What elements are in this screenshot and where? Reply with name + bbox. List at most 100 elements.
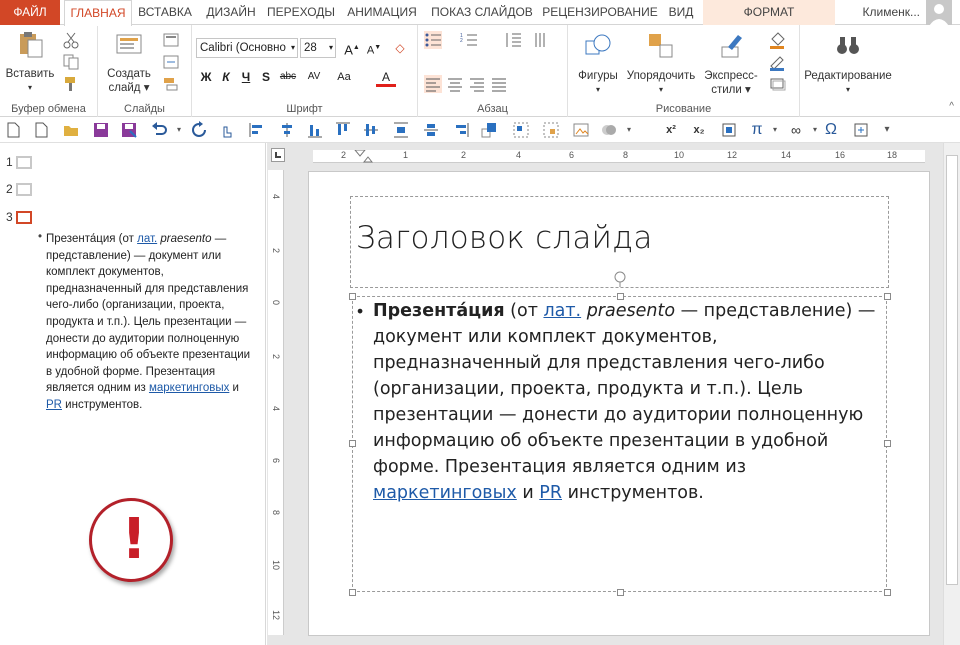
tab-review[interactable]: РЕЦЕНЗИРОВАНИЕ bbox=[541, 0, 659, 25]
resize-handle[interactable] bbox=[884, 440, 891, 447]
group-icon[interactable] bbox=[512, 121, 530, 139]
outline-text[interactable]: Презента́ция (от лат. praesento — предст… bbox=[46, 231, 252, 414]
shrink-font-button[interactable]: A▼ bbox=[364, 38, 384, 58]
numbering-icon[interactable]: 12 bbox=[460, 31, 478, 49]
resize-handle[interactable] bbox=[617, 589, 624, 596]
rotate-handle-icon[interactable] bbox=[612, 269, 628, 287]
merge-shapes-icon[interactable] bbox=[600, 121, 618, 139]
save-icon[interactable] bbox=[92, 121, 110, 139]
resize-handle[interactable] bbox=[884, 293, 891, 300]
outline-pane[interactable]: 1 2 3 • Презента́ция (от лат. praesento … bbox=[0, 143, 266, 645]
tab-transitions[interactable]: ПЕРЕХОДЫ bbox=[265, 0, 337, 25]
resize-handle[interactable] bbox=[884, 589, 891, 596]
slide-link-marketing[interactable]: маркетинговых bbox=[373, 483, 517, 503]
tab-file[interactable]: ФАЙЛ bbox=[0, 0, 60, 25]
copy-icon[interactable] bbox=[62, 53, 80, 71]
align-objects-left-icon[interactable] bbox=[248, 121, 266, 139]
crop-icon[interactable] bbox=[720, 121, 738, 139]
indent-marker-icon[interactable] bbox=[353, 150, 373, 163]
symbol-icon[interactable] bbox=[852, 121, 870, 139]
slide-thumb-1[interactable] bbox=[16, 156, 32, 169]
distribute-vertical-icon[interactable] bbox=[422, 121, 440, 139]
italic-button[interactable]: К bbox=[216, 67, 236, 87]
align-center-icon[interactable] bbox=[446, 75, 464, 93]
layout-icon[interactable] bbox=[162, 31, 180, 49]
cut-icon[interactable] bbox=[62, 31, 80, 49]
slide-body-text[interactable]: Презента́ция (от лат. praesento — предст… bbox=[373, 298, 885, 506]
distribute-icon[interactable] bbox=[392, 121, 410, 139]
touch-mode-icon[interactable] bbox=[218, 121, 236, 139]
picture-icon[interactable] bbox=[572, 121, 590, 139]
change-case-button[interactable]: Aa bbox=[334, 67, 354, 87]
shadow-button[interactable]: S bbox=[256, 67, 276, 87]
shape-outline-icon[interactable] bbox=[768, 53, 786, 71]
text-direction-icon[interactable] bbox=[532, 31, 550, 49]
slide-thumb-2[interactable] bbox=[16, 183, 32, 196]
equation-dropdown-icon[interactable]: ▾ bbox=[766, 121, 784, 139]
align-objects-top-icon[interactable] bbox=[334, 121, 352, 139]
tab-format[interactable]: ФОРМАТ bbox=[703, 0, 835, 25]
shape-effects-icon[interactable] bbox=[768, 75, 786, 93]
editing-button[interactable]: Редактирование ▾ bbox=[802, 31, 894, 97]
tab-home[interactable]: ГЛАВНАЯ bbox=[64, 0, 132, 26]
open-icon[interactable] bbox=[62, 121, 80, 139]
avatar[interactable] bbox=[926, 0, 952, 26]
char-spacing-button[interactable]: AV bbox=[304, 67, 324, 87]
align-objects-center-icon[interactable] bbox=[278, 121, 296, 139]
bring-forward-icon[interactable] bbox=[480, 121, 498, 139]
new-slide-button[interactable]: Создать слайд ▾ bbox=[102, 29, 156, 95]
grow-font-button[interactable]: A▲ bbox=[342, 38, 362, 58]
subscript-icon[interactable]: x₂ bbox=[690, 121, 708, 139]
outline-link-lat[interactable]: лат. bbox=[137, 233, 157, 245]
resize-handle[interactable] bbox=[349, 440, 356, 447]
tab-selector[interactable] bbox=[271, 148, 285, 162]
section-icon[interactable] bbox=[162, 75, 180, 93]
tab-animation[interactable]: АНИМАЦИЯ bbox=[341, 0, 423, 25]
resize-handle[interactable] bbox=[349, 589, 356, 596]
clear-format-button[interactable]: ◇ bbox=[390, 38, 410, 58]
ungroup-icon[interactable] bbox=[542, 121, 560, 139]
new-icon[interactable] bbox=[4, 121, 22, 139]
bold-button[interactable]: Ж bbox=[196, 67, 216, 87]
align-objects-bottom-icon[interactable] bbox=[306, 121, 324, 139]
align-objects-right-icon[interactable] bbox=[452, 121, 470, 139]
paste-button[interactable]: Вставить ▾ bbox=[4, 29, 56, 95]
tab-slideshow[interactable]: ПОКАЗ СЛАЙДОВ bbox=[427, 0, 537, 25]
slide-thumb-3[interactable] bbox=[16, 211, 32, 224]
underline-button[interactable]: Ч bbox=[236, 67, 256, 87]
save-as-icon[interactable] bbox=[120, 121, 138, 139]
tab-insert[interactable]: ВСТАВКА bbox=[134, 0, 196, 25]
strikethrough-button[interactable]: abc bbox=[278, 67, 298, 87]
new-document-icon[interactable] bbox=[32, 121, 50, 139]
vertical-ruler[interactable]: 4 2 0 2 4 6 8 10 12 bbox=[268, 170, 284, 635]
slide-title[interactable]: Заголовок слайда bbox=[356, 220, 653, 256]
outline-link-marketing[interactable]: маркетинговых bbox=[149, 382, 229, 394]
superscript-icon[interactable]: x² bbox=[662, 121, 680, 139]
omega-icon[interactable]: Ω bbox=[822, 121, 840, 139]
format-painter-icon[interactable] bbox=[62, 75, 80, 93]
tab-view[interactable]: ВИД bbox=[662, 0, 700, 25]
quick-styles-button[interactable]: Экспресс- стили ▾ bbox=[698, 31, 764, 97]
tab-design[interactable]: ДИЗАЙН bbox=[200, 0, 262, 25]
paste-dropdown-icon[interactable]: ▾ bbox=[4, 81, 56, 95]
line-spacing-icon[interactable] bbox=[504, 31, 522, 49]
bullets-icon[interactable] bbox=[424, 31, 442, 49]
vertical-scrollbar[interactable] bbox=[943, 143, 960, 645]
font-size-combo[interactable]: 28 ▾ bbox=[300, 38, 336, 58]
align-left-icon[interactable] bbox=[424, 75, 442, 93]
merge-dropdown-icon[interactable]: ▾ bbox=[620, 121, 638, 139]
undo-icon[interactable] bbox=[150, 121, 168, 139]
font-name-combo[interactable]: Calibri (Основно ▾ bbox=[196, 38, 298, 58]
undo-dropdown-icon[interactable]: ▾ bbox=[170, 121, 188, 139]
justify-icon[interactable] bbox=[490, 75, 508, 93]
shapes-button[interactable]: Фигуры ▾ bbox=[574, 31, 622, 97]
customize-qat-icon[interactable]: ▾ bbox=[878, 121, 896, 139]
font-color-button[interactable]: A bbox=[376, 67, 396, 87]
user-name[interactable]: Клименк... bbox=[863, 0, 921, 25]
horizontal-ruler[interactable]: 2 1 2 4 6 8 10 12 14 16 18 bbox=[313, 150, 925, 163]
align-right-icon[interactable] bbox=[468, 75, 486, 93]
shape-fill-icon[interactable] bbox=[768, 31, 786, 49]
scrollbar-thumb[interactable] bbox=[946, 155, 958, 585]
arrange-button[interactable]: Упорядочить ▾ bbox=[624, 31, 698, 97]
outline-link-pr[interactable]: PR bbox=[46, 399, 62, 411]
